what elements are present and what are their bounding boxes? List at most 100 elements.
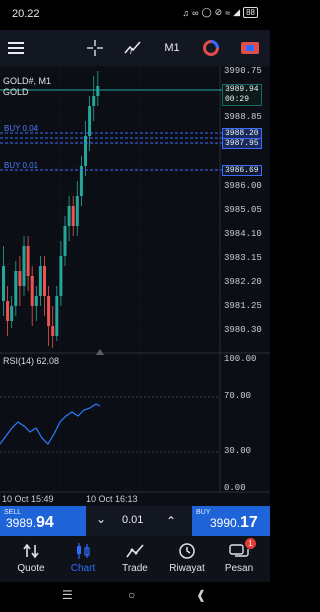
rsi-line bbox=[0, 403, 101, 445]
buy-label: BUY bbox=[196, 509, 211, 516]
nav-messages[interactable]: 1 Pesan bbox=[212, 538, 266, 580]
buy-button[interactable]: BUY 3990.17 bbox=[192, 506, 270, 536]
status-icons: ♫ ∞ ◯ ⊘ ≈ ◢ 88 bbox=[182, 7, 258, 18]
candle-body bbox=[88, 106, 92, 136]
back-icon[interactable]: ❰ bbox=[196, 588, 206, 602]
rsi-tick: 100.00 bbox=[224, 354, 257, 364]
link-icon: ∞ bbox=[192, 7, 199, 18]
lot-decrease-button[interactable]: ⌄ bbox=[96, 512, 106, 526]
nav-chart[interactable]: Chart bbox=[56, 540, 110, 580]
candle-body bbox=[84, 136, 87, 166]
color-wheel-icon bbox=[203, 40, 219, 56]
sell-button[interactable]: SELL 3989.94 bbox=[0, 506, 86, 536]
buy-price-main: 3990. bbox=[210, 516, 241, 530]
sell-price: 3989.94 bbox=[6, 514, 54, 532]
chart-title: GOLD#, M1 GOLD bbox=[3, 76, 51, 98]
price-tick: 3980.30 bbox=[224, 325, 262, 335]
timeframe-button[interactable]: M1 bbox=[160, 36, 184, 60]
buy-level-label: BUY 0.04 bbox=[4, 124, 39, 133]
trade-order-icon bbox=[241, 42, 259, 54]
rsi-tick: 30.00 bbox=[224, 446, 252, 456]
nav-label: Chart bbox=[70, 563, 96, 574]
indicator-f-icon: f bbox=[124, 41, 141, 56]
nav-trade[interactable]: Trade bbox=[108, 540, 162, 580]
lot-increase-button[interactable]: ⌃ bbox=[166, 514, 176, 528]
candle-body bbox=[47, 296, 51, 326]
sell-price-main: 3989. bbox=[6, 516, 37, 530]
price-tick: 3985.05 bbox=[224, 205, 262, 215]
rsi-panel bbox=[0, 396, 220, 453]
buy-price: 3990.17 bbox=[210, 514, 258, 532]
candle-body bbox=[22, 246, 26, 286]
buy-price-big: 17 bbox=[240, 514, 258, 531]
candle-body bbox=[18, 271, 22, 286]
lot-size[interactable]: 0.01 bbox=[122, 514, 143, 526]
nav-label: Quote bbox=[17, 563, 45, 574]
shield-icon: ◯ bbox=[201, 7, 212, 17]
candle-body bbox=[14, 271, 18, 306]
system-navigation: ☰ ○ ❰ bbox=[0, 582, 270, 612]
mute-icon: ⊘ bbox=[214, 7, 223, 17]
svg-text:f: f bbox=[130, 47, 133, 56]
candle-body bbox=[6, 301, 10, 321]
recent-apps-icon[interactable]: ☰ bbox=[62, 588, 73, 602]
crosshair-icon bbox=[87, 40, 103, 56]
status-time: 20.22 bbox=[12, 8, 40, 20]
menu-button[interactable] bbox=[6, 36, 26, 60]
one-click-trade-bar: SELL 3989.94 ⌄ 0.01 ⌃ BUY 3990.17 bbox=[0, 506, 270, 536]
symbol-description: GOLD bbox=[3, 87, 29, 97]
nav-label: Trade bbox=[122, 563, 148, 574]
nav-history[interactable]: Riwayat bbox=[160, 540, 214, 580]
trend-line-icon bbox=[126, 544, 144, 558]
signal-icon: ◢ bbox=[233, 7, 241, 17]
candle-body bbox=[2, 266, 5, 301]
price-tick: 3984.10 bbox=[224, 229, 262, 239]
candle-body bbox=[43, 266, 46, 296]
nav-quote[interactable]: Quote bbox=[4, 540, 58, 580]
sell-price-big: 94 bbox=[36, 514, 54, 531]
chart-area[interactable]: GOLD#, M1 GOLD BUY 0.04 BUY 0.01 3990.75… bbox=[0, 66, 270, 506]
candle-body bbox=[10, 306, 14, 321]
candles bbox=[2, 71, 100, 348]
indicators-button[interactable]: f bbox=[122, 36, 144, 60]
candle-body bbox=[59, 256, 63, 296]
time-axis: 10 Oct 15:49 10 Oct 16:13 bbox=[0, 492, 270, 506]
price-tick: 3986.00 bbox=[224, 181, 262, 191]
candle-body bbox=[92, 96, 96, 106]
unread-badge: 1 bbox=[245, 538, 256, 549]
candle-body bbox=[38, 266, 42, 296]
bottom-navigation: Quote Chart Trade Riwayat 1 Pesan bbox=[0, 536, 270, 582]
candlestick-icon bbox=[77, 543, 90, 559]
candle-body bbox=[96, 86, 100, 96]
symbol-timeframe: GOLD#, M1 bbox=[3, 76, 52, 86]
battery-icon: 88 bbox=[243, 7, 258, 18]
hamburger-icon bbox=[8, 42, 24, 54]
rsi-tick: 70.00 bbox=[224, 391, 252, 401]
wifi-icon: ≈ bbox=[225, 7, 231, 18]
candle-body bbox=[30, 276, 34, 306]
ask-price: 3989.94 bbox=[225, 85, 259, 94]
candle-body bbox=[63, 226, 67, 256]
candle-body bbox=[51, 326, 55, 336]
price-tick: 3982.20 bbox=[224, 277, 262, 287]
price-tick: 3988.85 bbox=[224, 112, 262, 122]
quote-arrows-icon bbox=[23, 543, 39, 559]
price-tick: 3990.75 bbox=[224, 66, 262, 76]
price-tick: 3981.25 bbox=[224, 301, 262, 311]
buy-order-price-box: 3986.69 bbox=[222, 165, 262, 176]
crosshair-button[interactable] bbox=[84, 36, 106, 60]
status-bar: 20.22 ♫ ∞ ◯ ⊘ ≈ ◢ 88 bbox=[0, 0, 270, 26]
candle-body bbox=[67, 206, 71, 226]
new-order-button[interactable] bbox=[238, 36, 262, 60]
candle-body bbox=[26, 246, 30, 276]
candle-body bbox=[75, 196, 79, 226]
buy-level-label: BUY 0.01 bbox=[4, 161, 39, 170]
headset-icon: ♫ bbox=[182, 7, 190, 18]
price-tick: 3983.15 bbox=[224, 253, 262, 263]
buy-order-price-box: 3987.95 bbox=[222, 138, 262, 149]
objects-button[interactable] bbox=[200, 36, 222, 60]
candle-body bbox=[55, 296, 59, 336]
home-icon[interactable]: ○ bbox=[128, 588, 135, 602]
time-tick: 10 Oct 16:13 bbox=[86, 494, 138, 504]
chart-toolbar: f M1 bbox=[0, 30, 270, 66]
